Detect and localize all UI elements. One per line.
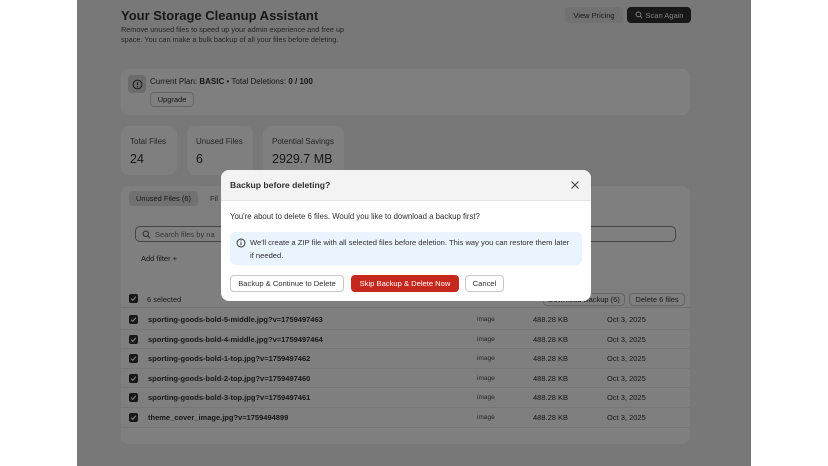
info-text: We'll create a ZIP file with all selecte… [250, 238, 570, 260]
modal-question: You're about to delete 6 files. Would yo… [230, 212, 480, 221]
skip-backup-delete-button[interactable]: Skip Backup & Delete Now [351, 275, 459, 292]
modal-header: Backup before deleting? [221, 170, 591, 201]
modal-title: Backup before deleting? [230, 180, 331, 190]
info-circle-icon [236, 238, 246, 248]
backup-modal: Backup before deleting? You're about to … [221, 170, 591, 301]
close-icon[interactable] [570, 180, 580, 190]
cancel-button[interactable]: Cancel [465, 275, 504, 292]
info-banner: We'll create a ZIP file with all selecte… [230, 232, 582, 265]
backup-continue-button[interactable]: Backup & Continue to Delete [230, 275, 344, 292]
